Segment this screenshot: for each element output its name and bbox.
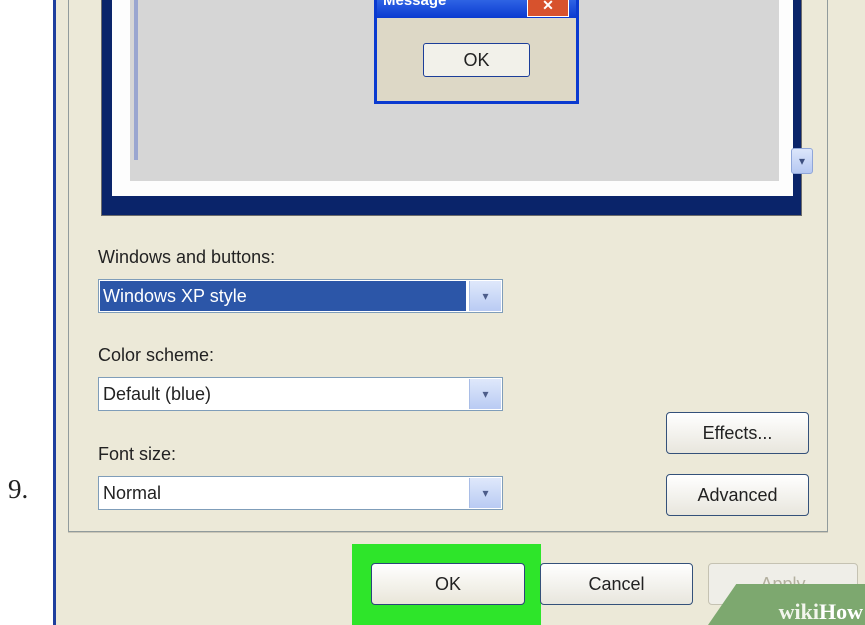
appearance-preview: Message ✕ OK ▾ [101, 0, 813, 216]
scroll-down-arrow-icon[interactable]: ▾ [791, 148, 813, 174]
color-scheme-label: Color scheme: [98, 345, 215, 365]
advanced-button[interactable]: Advanced [666, 474, 809, 516]
preview-ok-button: OK [423, 43, 530, 77]
chevron-down-icon[interactable]: ▾ [469, 379, 501, 409]
font-size-value: Normal [103, 483, 162, 503]
cancel-button[interactable]: Cancel [540, 563, 693, 605]
preview-message-box: Message ✕ OK [374, 0, 579, 104]
effects-button[interactable]: Effects... [666, 412, 809, 454]
appearance-tab-panel: Message ✕ OK ▾ Windows and buttons: Wind… [68, 0, 828, 532]
watermark-text: wikiHow [779, 599, 863, 625]
chevron-down-icon[interactable]: ▾ [469, 478, 501, 508]
windows-buttons-label: Windows and buttons: [98, 247, 276, 267]
watermark-wiki: wiki [778, 599, 819, 624]
step-number: 9. [8, 474, 29, 504]
color-scheme-value: Default (blue) [103, 384, 212, 404]
preview-window: Message ✕ OK ▾ [112, 0, 813, 196]
color-scheme-select[interactable]: Default (blue) ▾ [98, 377, 503, 411]
watermark-how: How [819, 599, 863, 624]
font-size-select[interactable]: Normal ▾ [98, 476, 503, 510]
bottom-divider [68, 532, 828, 533]
windows-buttons-value: Windows XP style [100, 281, 466, 311]
chevron-down-icon[interactable]: ▾ [469, 281, 501, 311]
preview-message-title: Message [383, 0, 447, 9]
font-size-label: Font size: [98, 444, 177, 464]
preview-desktop: Message ✕ OK ▾ [130, 0, 813, 181]
windows-buttons-select[interactable]: Windows XP style ▾ [98, 279, 503, 313]
preview-message-titlebar: Message ✕ [377, 0, 576, 18]
display-properties-dialog: Message ✕ OK ▾ Windows and buttons: Wind… [53, 0, 865, 625]
preview-window-edge [134, 0, 138, 160]
close-icon: ✕ [527, 0, 569, 17]
ok-button[interactable]: OK [371, 563, 525, 605]
